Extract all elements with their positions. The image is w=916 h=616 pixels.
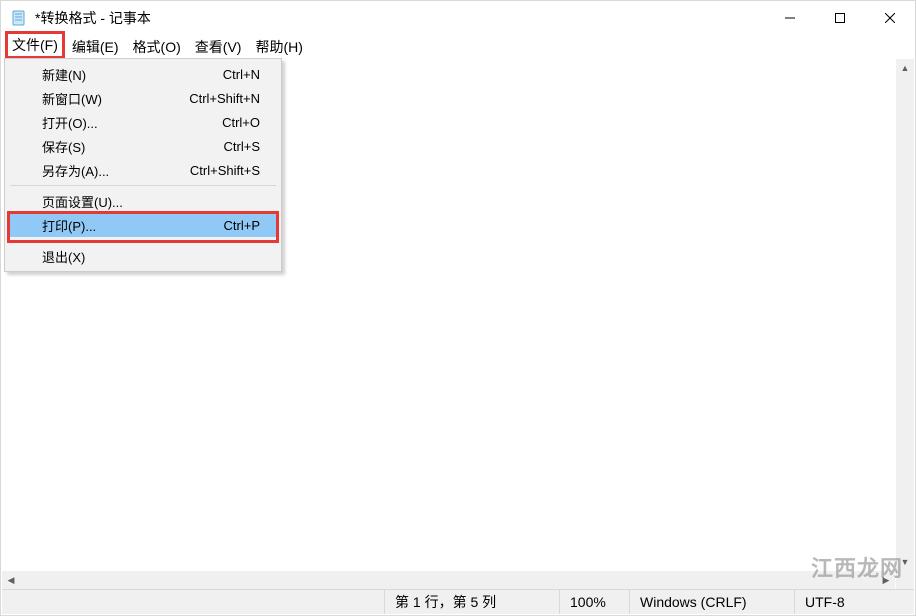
menu-file-label: 文件(F) — [12, 35, 58, 55]
menu-item-shortcut: Ctrl+Shift+S — [190, 163, 260, 178]
menu-item-save[interactable]: 保存(S) Ctrl+S — [8, 134, 278, 158]
menu-item-label: 另存为(A)... — [42, 161, 190, 180]
maximize-button[interactable] — [815, 1, 865, 35]
menu-bar: 文件(F) 编辑(E) 格式(O) 查看(V) 帮助(H) — [1, 35, 915, 58]
file-menu-dropdown: 新建(N) Ctrl+N 新窗口(W) Ctrl+Shift+N 打开(O)..… — [4, 58, 282, 272]
status-encoding-text: UTF-8 — [805, 594, 845, 610]
menu-format[interactable]: 格式(O) — [126, 36, 188, 58]
menu-item-shortcut: Ctrl+P — [224, 218, 260, 233]
menu-separator — [10, 185, 276, 186]
scroll-up-icon[interactable]: ▲ — [896, 59, 914, 77]
status-line-ending: Windows (CRLF) — [629, 590, 794, 614]
menu-item-shortcut: Ctrl+Shift+N — [189, 91, 260, 106]
menu-format-label: 格式(O) — [133, 37, 181, 57]
notepad-app-icon — [11, 10, 27, 26]
menu-help-label: 帮助(H) — [255, 37, 302, 57]
menu-item-shortcut: Ctrl+O — [222, 115, 260, 130]
menu-item-shortcut: Ctrl+N — [223, 67, 260, 82]
menu-item-save-as[interactable]: 另存为(A)... Ctrl+Shift+S — [8, 158, 278, 182]
menu-item-page-setup[interactable]: 页面设置(U)... — [8, 189, 278, 213]
horizontal-scrollbar[interactable]: ◀ ▶ — [2, 571, 895, 589]
close-button[interactable] — [865, 1, 915, 35]
minimize-button[interactable] — [765, 1, 815, 35]
menu-item-label: 打开(O)... — [42, 113, 222, 132]
menu-view-label: 查看(V) — [195, 37, 242, 57]
menu-item-open[interactable]: 打开(O)... Ctrl+O — [8, 110, 278, 134]
title-bar[interactable]: *转换格式 - 记事本 — [1, 1, 915, 35]
menu-item-label: 页面设置(U)... — [42, 192, 260, 211]
menu-item-shortcut: Ctrl+S — [224, 139, 260, 154]
window-title: *转换格式 - 记事本 — [35, 8, 151, 28]
menu-separator — [10, 240, 276, 241]
menu-edit-label: 编辑(E) — [72, 37, 119, 57]
status-position: 第 1 行，第 5 列 — [384, 590, 559, 614]
menu-help[interactable]: 帮助(H) — [248, 36, 309, 58]
menu-item-label: 退出(X) — [42, 247, 260, 266]
status-position-text: 第 1 行，第 5 列 — [395, 592, 496, 612]
menu-item-label: 新建(N) — [42, 65, 223, 84]
menu-file[interactable]: 文件(F) — [5, 31, 65, 59]
status-zoom-text: 100% — [570, 594, 606, 610]
scroll-left-icon[interactable]: ◀ — [2, 571, 20, 589]
status-line-ending-text: Windows (CRLF) — [640, 594, 747, 610]
menu-item-new[interactable]: 新建(N) Ctrl+N — [8, 62, 278, 86]
menu-item-print[interactable]: 打印(P)... Ctrl+P — [8, 213, 278, 237]
scroll-down-icon[interactable]: ▼ — [896, 553, 914, 571]
menu-edit[interactable]: 编辑(E) — [65, 36, 126, 58]
scroll-right-icon[interactable]: ▶ — [877, 571, 895, 589]
status-bar: 第 1 行，第 5 列 100% Windows (CRLF) UTF-8 — [2, 589, 914, 614]
status-encoding: UTF-8 — [794, 590, 914, 614]
vertical-scrollbar[interactable]: ▲ ▼ — [896, 59, 914, 571]
status-zoom: 100% — [559, 590, 629, 614]
menu-item-label: 打印(P)... — [42, 216, 224, 235]
menu-view[interactable]: 查看(V) — [188, 36, 249, 58]
menu-item-label: 新窗口(W) — [42, 89, 189, 108]
scroll-corner — [896, 571, 914, 589]
menu-item-new-window[interactable]: 新窗口(W) Ctrl+Shift+N — [8, 86, 278, 110]
status-empty — [2, 590, 384, 614]
menu-item-label: 保存(S) — [42, 137, 224, 156]
menu-item-exit[interactable]: 退出(X) — [8, 244, 278, 268]
notepad-window: *转换格式 - 记事本 文件(F) 编辑(E) 格式(O) 查看(V) 帮助(H… — [0, 0, 916, 616]
